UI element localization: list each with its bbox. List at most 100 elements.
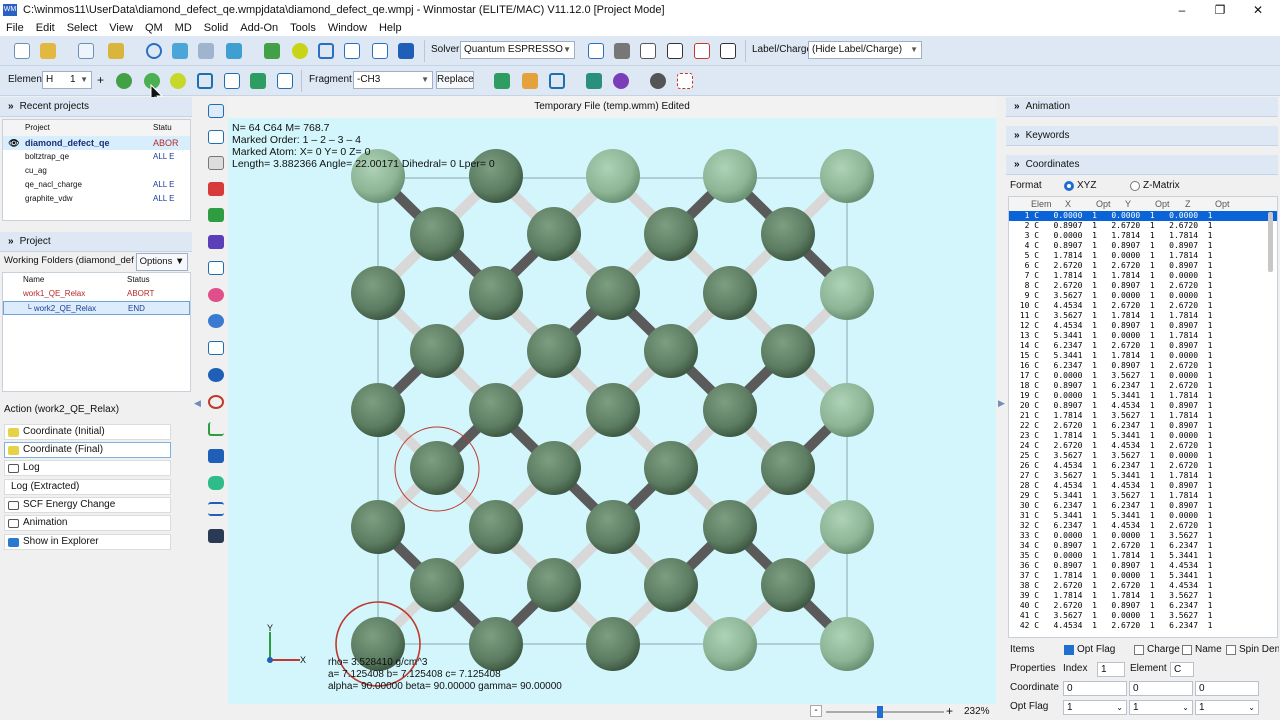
spin-density-checkbox[interactable] [1226,645,1236,655]
table-row[interactable]: 37 C 1.7814 1 0.0000 1 5.3441 1 [1009,571,1277,581]
run-icon[interactable] [614,43,630,59]
minimize-button[interactable]: – [1162,0,1202,20]
table-row[interactable]: 34 C 0.8907 1 2.6720 1 6.2347 1 [1009,541,1277,551]
menu-select[interactable]: Select [61,22,104,34]
zoom-slider[interactable] [826,706,944,718]
import-icon[interactable] [226,43,242,59]
add-atom-icon[interactable] [116,73,132,89]
table-row[interactable]: 22 C 2.6720 1 6.2347 1 0.8907 1 [1009,421,1277,431]
table-row[interactable]: 11 C 3.5627 1 1.7814 1 1.7814 1 [1009,311,1277,321]
list-item[interactable]: boltztrap_qe ALL E [3,150,190,164]
menu-view[interactable]: View [103,22,139,34]
table-row[interactable]: 13 C 5.3441 1 0.0000 1 1.7814 1 [1009,331,1277,341]
crystal-structure[interactable] [228,118,996,704]
action-scf-energy[interactable]: SCF Energy Change [4,497,171,513]
zoom-slider-handle[interactable] [877,706,883,718]
pbc-icon[interactable] [208,449,224,463]
symmetry-icon[interactable] [677,73,693,89]
table-row[interactable]: 42 C 4.4534 1 2.6720 1 6.2347 1 [1009,621,1277,631]
move-icon[interactable] [197,73,213,89]
molecule-icon[interactable] [613,73,629,89]
fragment-add-icon[interactable] [494,73,510,89]
save-icon[interactable] [172,43,188,59]
coordinates-panel-header[interactable]: » Coordinates [1006,155,1278,175]
table-row[interactable]: 29 C 5.3441 1 3.5627 1 1.7814 1 [1009,491,1277,501]
align-icon[interactable] [208,502,224,516]
coord-x-field[interactable]: 0 [1063,681,1127,696]
keywords-panel-header[interactable]: » Keywords [1006,126,1278,146]
optflag-x-select[interactable]: 1 ⌄ [1063,700,1127,715]
action-log[interactable]: Log [4,460,171,476]
document-icon[interactable] [78,43,94,59]
action-coordinate-initial[interactable]: Coordinate (Initial) [4,424,171,440]
delete-icon[interactable] [208,182,224,196]
table-row[interactable]: 14 C 6.2347 1 2.6720 1 0.8907 1 [1009,341,1277,351]
cube-icon[interactable] [318,43,334,59]
job-icon[interactable] [667,43,683,59]
index-field[interactable]: 1 [1097,662,1125,677]
info-icon[interactable] [208,368,224,382]
table-row[interactable]: 24 C 2.6720 1 4.4534 1 2.6720 1 [1009,441,1277,451]
collapse-right-arrow-icon[interactable]: ▶ [998,398,1005,409]
table-row[interactable]: 33 C 0.0000 1 0.0000 1 3.5627 1 [1009,531,1277,541]
table-row[interactable]: 1 C 0.0000 1 0.0000 1 0.0000 1 [1009,211,1277,221]
coin-icon[interactable] [292,43,308,59]
list-item[interactable]: 👁 diamond_defect_qe ABOR [3,136,190,150]
edit-icon[interactable] [344,43,360,59]
recent-projects-header[interactable]: » Recent projects [0,97,192,117]
format-xyz-radio[interactable] [1064,181,1074,191]
table-row[interactable]: 17 C 0.0000 1 3.5627 1 0.0000 1 [1009,371,1277,381]
opt-flag-checkbox[interactable] [1064,645,1074,655]
table-row[interactable]: 12 C 4.4534 1 0.8907 1 0.8907 1 [1009,321,1277,331]
zoom-in-button[interactable]: + [946,704,953,718]
graph-icon[interactable] [694,43,710,59]
menu-qm[interactable]: QM [139,22,169,34]
cell-icon[interactable] [586,73,602,89]
open-project-icon[interactable] [108,43,124,59]
table-row[interactable]: 41 C 3.5627 1 0.0000 1 3.5627 1 [1009,611,1277,621]
list-item[interactable]: cu_ag [3,164,190,178]
table-row[interactable]: 20 C 0.8907 1 4.4534 1 0.8907 1 [1009,401,1277,411]
table-row[interactable]: 36 C 0.8907 1 0.8907 1 4.4534 1 [1009,561,1277,571]
table-row[interactable]: 40 C 2.6720 1 0.8907 1 6.2347 1 [1009,601,1277,611]
table-row[interactable]: 32 C 6.2347 1 4.4534 1 2.6720 1 [1009,521,1277,531]
export-icon[interactable] [264,43,280,59]
percent-icon[interactable] [277,73,293,89]
table-row[interactable]: 23 C 1.7814 1 5.3441 1 0.0000 1 [1009,431,1277,441]
action-show-explorer[interactable]: Show in Explorer [4,534,171,550]
list-item[interactable]: └ work2_QE_Relax END [3,301,190,315]
action-coordinate-final[interactable]: Coordinate (Final) [4,442,171,458]
table-row[interactable]: 28 C 4.4534 1 4.4534 1 0.8907 1 [1009,481,1277,491]
axes-icon[interactable] [208,422,224,436]
maximize-button[interactable]: ❐ [1200,0,1240,20]
table-row[interactable]: 6 C 2.6720 1 2.6720 1 0.8907 1 [1009,261,1277,271]
table-row[interactable]: 18 C 0.8907 1 6.2347 1 2.6720 1 [1009,381,1277,391]
close-button[interactable]: ✕ [1238,0,1278,20]
table-row[interactable]: 10 C 4.4534 1 2.6720 1 2.6720 1 [1009,301,1277,311]
fragment-edit-icon[interactable] [522,73,538,89]
fit-icon[interactable] [208,261,224,275]
fragment-copy-icon[interactable] [549,73,565,89]
table-row[interactable]: 16 C 6.2347 1 0.8907 1 2.6720 1 [1009,361,1277,371]
name-checkbox[interactable] [1182,645,1192,655]
menu-solid[interactable]: Solid [198,22,234,34]
monitor-icon[interactable] [398,43,414,59]
table-row[interactable]: 7 C 1.7814 1 1.7814 1 0.0000 1 [1009,271,1277,281]
collapse-left-arrow-icon[interactable]: ◀ [194,398,201,409]
window-icon[interactable] [208,130,224,144]
table-scrollbar[interactable] [1268,212,1273,272]
script-icon[interactable] [372,43,388,59]
animation-panel-header[interactable]: » Animation [1006,97,1278,117]
action-log-extracted[interactable]: Log (Extracted) [4,479,171,495]
replace-button[interactable]: Replace [436,71,474,89]
table-row[interactable]: 5 C 1.7814 1 0.0000 1 1.7814 1 [1009,251,1277,261]
menu-md[interactable]: MD [169,22,198,34]
new-file-icon[interactable] [14,43,30,59]
table-row[interactable]: 30 C 6.2347 1 6.2347 1 0.8907 1 [1009,501,1277,511]
table-row[interactable]: 39 C 1.7814 1 1.7814 1 3.5627 1 [1009,591,1277,601]
check-icon[interactable] [588,43,604,59]
action-animation[interactable]: Animation [4,515,171,531]
save-as-icon[interactable] [198,43,214,59]
list-item[interactable]: graphite_vdw ALL E [3,192,190,206]
label-charge-select[interactable]: (Hide Label/Charge) ▼ [808,41,922,59]
